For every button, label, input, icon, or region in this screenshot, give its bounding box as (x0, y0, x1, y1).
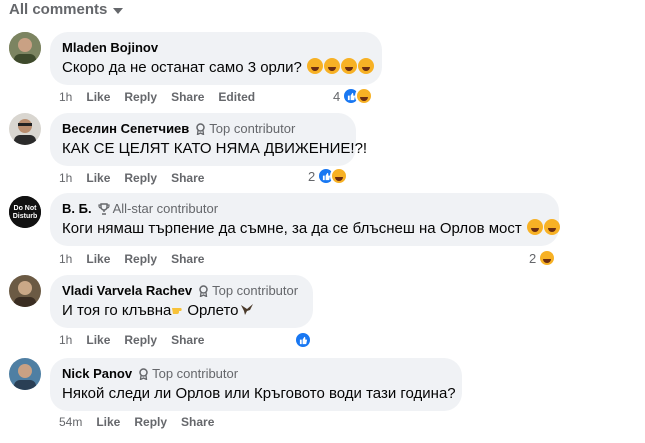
avatar[interactable] (9, 32, 41, 64)
share-button[interactable]: Share (171, 333, 204, 347)
badge-ribbon-icon (199, 285, 208, 297)
comment-text: Скоро да не останат само 3 орли? (62, 58, 375, 78)
comment-text-part: И тоя го клъвна (62, 302, 172, 319)
comment-time[interactable]: 1h (59, 252, 72, 266)
like-button[interactable]: Like (86, 333, 110, 347)
reply-button[interactable]: Reply (124, 252, 157, 266)
comment-time[interactable]: 1h (59, 171, 72, 185)
reply-button[interactable]: Reply (124, 171, 157, 185)
rofl-emoji-icon (358, 58, 375, 74)
contributor-badge[interactable]: All-star contributor (97, 201, 219, 217)
comment-author[interactable]: В. Б. (62, 201, 92, 217)
eagle-emoji-icon (240, 304, 253, 315)
comment-text-content: Скоро да не останат само 3 орли? (62, 59, 302, 76)
avatar[interactable] (9, 113, 41, 145)
comment-actions: 1h Like Reply Share (59, 171, 218, 185)
badge-ribbon-icon (139, 368, 148, 380)
comment-time[interactable]: 54m (59, 415, 82, 429)
comment-actions: 1h Like Reply Share Edited (59, 90, 269, 104)
share-button[interactable]: Share (171, 90, 204, 104)
comment-bubble: Mladen Bojinov Скоро да не останат само … (50, 32, 382, 85)
haha-reaction-icon (538, 249, 557, 267)
share-button[interactable]: Share (171, 252, 204, 266)
contributor-badge[interactable]: Top contributor (138, 366, 238, 382)
comment-actions: 54m Like Reply Share (59, 415, 228, 429)
comment-bubble: Vladi Varvela Rachev Top contributor И т… (50, 275, 313, 328)
reaction-summary[interactable]: 2 (529, 249, 557, 267)
comment-text: Коги нямаш търпение да съмне, за да се б… (62, 219, 560, 239)
comment-author[interactable]: Nick Panov (62, 366, 132, 382)
comment-time[interactable]: 1h (59, 90, 72, 104)
reply-button[interactable]: Reply (124, 90, 157, 104)
comment-actions: 1h Like Reply Share (59, 333, 218, 347)
reaction-count: 2 (529, 250, 537, 266)
svg-text:Disturb: Disturb (13, 213, 38, 220)
reaction-summary[interactable]: 4 (333, 87, 374, 105)
rofl-emoji-icon (543, 219, 560, 235)
comment-text: Някой следи ли Орлов или Кръговото води … (62, 385, 456, 402)
caret-down-icon (113, 8, 124, 14)
reply-button[interactable]: Reply (134, 415, 167, 429)
haha-reaction-icon (355, 87, 374, 105)
reaction-summary[interactable] (294, 331, 312, 349)
laugh-emoji-icon (341, 58, 358, 74)
svg-text:Do Not: Do Not (14, 205, 38, 212)
avatar[interactable] (9, 275, 41, 307)
reaction-count: 2 (308, 168, 316, 184)
comment-actions: 1h Like Reply Share (59, 252, 218, 266)
contributor-badge[interactable]: Top contributor (198, 283, 298, 299)
like-button[interactable]: Like (86, 171, 110, 185)
comment-bubble: Веселин Сепетчиев Top contributor КАК СЕ… (50, 113, 368, 166)
haha-reaction-icon (330, 167, 349, 185)
rofl-emoji-icon (324, 58, 341, 74)
trophy-icon (97, 203, 110, 215)
like-button[interactable]: Like (86, 90, 110, 104)
comment-author[interactable]: Vladi Varvela Rachev (62, 283, 192, 299)
badge-label: Top contributor (209, 121, 296, 136)
like-reaction-icon (294, 331, 312, 349)
like-button[interactable]: Like (96, 415, 120, 429)
comment-bubble: Nick Panov Top contributor Някой следи л… (50, 358, 462, 411)
badge-label: Top contributor (212, 283, 299, 298)
reaction-count: 4 (333, 88, 341, 104)
like-button[interactable]: Like (86, 252, 110, 266)
badge-ribbon-icon (196, 123, 206, 135)
rofl-emoji-icon (526, 219, 543, 235)
comment-text: КАК СЕ ЦЕЛЯТ КАТО НЯМА ДВИЖЕНИЕ!?! (62, 140, 368, 157)
comment-text-content: Коги нямаш търпение да съмне, за да се б… (62, 220, 522, 237)
share-button[interactable]: Share (171, 171, 204, 185)
all-comments-filter[interactable]: All comments (9, 1, 124, 18)
edited-label[interactable]: Edited (218, 90, 255, 104)
contributor-badge[interactable]: Top contributor (195, 121, 295, 137)
all-comments-label: All comments (9, 1, 108, 18)
comment-bubble: В. Б. All-star contributor Коги нямаш тъ… (50, 193, 560, 246)
comment-author[interactable]: Mladen Bojinov (62, 40, 158, 56)
badge-label: Top contributor (152, 366, 239, 381)
avatar[interactable] (9, 358, 41, 390)
avatar[interactable]: Do Not Disturb (9, 196, 41, 228)
share-button[interactable]: Share (181, 415, 214, 429)
comment-author[interactable]: Веселин Сепетчиев (62, 121, 189, 137)
pointing-hand-emoji-icon (172, 308, 183, 314)
comment-text-part: Орлето (187, 302, 239, 319)
comment-text: И тоя го клъвна Орлето (62, 301, 301, 321)
comment-time[interactable]: 1h (59, 333, 72, 347)
badge-label: All-star contributor (112, 201, 219, 216)
reaction-summary[interactable]: 2 (308, 167, 349, 185)
reply-button[interactable]: Reply (124, 333, 157, 347)
laugh-emoji-icon (307, 58, 324, 74)
